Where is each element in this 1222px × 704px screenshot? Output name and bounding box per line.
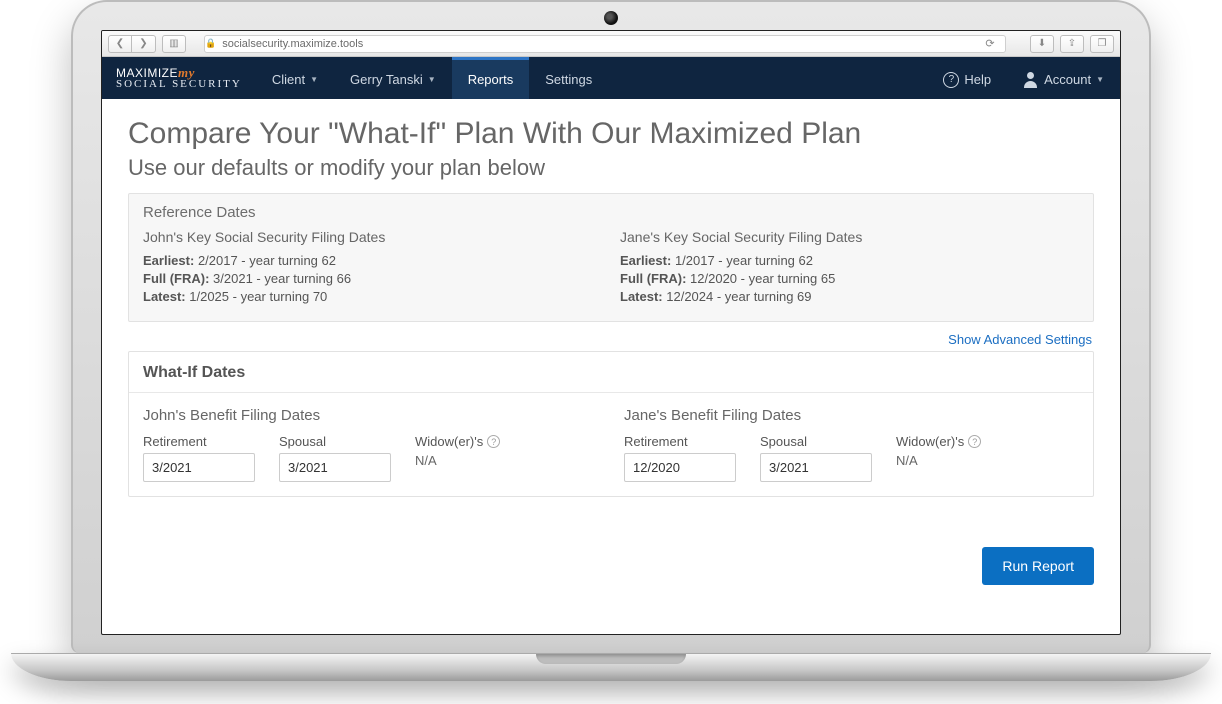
input-spousal-jane[interactable]	[760, 453, 872, 482]
value-widow: N/A	[896, 453, 981, 468]
screen: ❮ ❯ ▥ 🔒 socialsecurity.maximize.tools ⟳ …	[101, 30, 1121, 635]
share-button[interactable]: ⇪	[1060, 35, 1084, 53]
sidebar-toggle-button[interactable]: ▥	[162, 35, 186, 53]
tabs-button[interactable]: ❐	[1090, 35, 1114, 53]
reference-heading: Reference Dates	[143, 204, 1079, 221]
label-fra: Full (FRA):	[620, 271, 686, 286]
chevron-down-icon: ▼	[1096, 75, 1104, 84]
nav-client[interactable]: Client ▼	[256, 57, 334, 99]
help-icon: ?	[943, 72, 959, 88]
laptop-base	[11, 653, 1211, 681]
run-report-button[interactable]: Run Report	[982, 547, 1094, 585]
label-retirement: Retirement	[143, 434, 255, 449]
laptop-frame: ❮ ❯ ▥ 🔒 socialsecurity.maximize.tools ⟳ …	[71, 0, 1151, 681]
back-button[interactable]: ❮	[108, 35, 132, 53]
nav-client-name-label: Gerry Tanski	[350, 72, 423, 87]
field-retirement: Retirement	[624, 434, 736, 482]
help-icon[interactable]: ?	[487, 435, 500, 448]
camera-icon	[604, 11, 618, 25]
nav-account[interactable]: Account ▼	[1007, 57, 1120, 99]
nav-help-label: Help	[964, 72, 991, 87]
label-earliest: Earliest:	[620, 253, 671, 268]
lock-icon: 🔒	[205, 38, 216, 49]
label-earliest: Earliest:	[143, 253, 194, 268]
reference-person-jane: Jane's Key Social Security Filing Dates …	[620, 229, 1079, 307]
label-spousal: Spousal	[760, 434, 872, 449]
value-earliest: 2/2017 - year turning 62	[198, 253, 336, 268]
laptop-lid: ❮ ❯ ▥ 🔒 socialsecurity.maximize.tools ⟳ …	[71, 0, 1151, 653]
brand-logo[interactable]: MAXIMIZEmy SOCIAL SECURITY	[102, 57, 256, 99]
whatif-person-john: John's Benefit Filing Dates Retirement S…	[143, 407, 598, 482]
app-navbar: MAXIMIZEmy SOCIAL SECURITY Client ▼ Gerr…	[102, 57, 1120, 99]
help-icon[interactable]: ?	[968, 435, 981, 448]
page-subtitle: Use our defaults or modify your plan bel…	[128, 155, 1094, 181]
forward-button[interactable]: ❯	[132, 35, 156, 53]
label-fra: Full (FRA):	[143, 271, 209, 286]
nav-settings[interactable]: Settings	[529, 57, 608, 99]
chevron-down-icon: ▼	[428, 75, 436, 84]
field-spousal: Spousal	[760, 434, 872, 482]
label-retirement: Retirement	[624, 434, 736, 449]
whatif-heading: What-If Dates	[129, 352, 1093, 392]
toolbar-right-group: ⬇ ⇪ ❐	[1030, 35, 1114, 53]
value-latest: 1/2025 - year turning 70	[189, 289, 327, 304]
browser-toolbar: ❮ ❯ ▥ 🔒 socialsecurity.maximize.tools ⟳ …	[102, 31, 1120, 57]
nav-reports-label: Reports	[468, 72, 514, 87]
reference-dates-panel: Reference Dates John's Key Social Securi…	[128, 193, 1094, 322]
reference-person-heading: Jane's Key Social Security Filing Dates	[620, 229, 1079, 245]
nav-account-label: Account	[1044, 72, 1091, 87]
reference-person-john: John's Key Social Security Filing Dates …	[143, 229, 602, 307]
whatif-panel: What-If Dates John's Benefit Filing Date…	[128, 351, 1094, 497]
field-retirement: Retirement	[143, 434, 255, 482]
avatar-icon	[1023, 72, 1039, 88]
nav-settings-label: Settings	[545, 72, 592, 87]
page-title: Compare Your "What-If" Plan With Our Max…	[128, 117, 1094, 151]
nav-client-name[interactable]: Gerry Tanski ▼	[334, 57, 452, 99]
whatif-person-heading: Jane's Benefit Filing Dates	[624, 407, 1079, 424]
run-report-row: Run Report	[128, 547, 1094, 585]
reload-icon[interactable]: ⟳	[979, 37, 1001, 50]
input-retirement-john[interactable]	[143, 453, 255, 482]
nav-help[interactable]: ? Help	[927, 57, 1007, 99]
whatif-person-jane: Jane's Benefit Filing Dates Retirement S…	[624, 407, 1079, 482]
nav-reports[interactable]: Reports	[452, 57, 530, 99]
address-bar[interactable]: 🔒 socialsecurity.maximize.tools ⟳	[204, 35, 1006, 53]
show-advanced-settings-link[interactable]: Show Advanced Settings	[130, 332, 1092, 347]
reference-person-heading: John's Key Social Security Filing Dates	[143, 229, 602, 245]
page-content: Compare Your "What-If" Plan With Our Max…	[102, 99, 1120, 634]
label-latest: Latest:	[620, 289, 663, 304]
input-retirement-jane[interactable]	[624, 453, 736, 482]
downloads-button[interactable]: ⬇	[1030, 35, 1054, 53]
label-widow: Widow(er)'s	[896, 434, 964, 449]
nav-client-label: Client	[272, 72, 305, 87]
brand-line2: SOCIAL SECURITY	[116, 79, 242, 90]
field-widow: Widow(er)'s ? N/A	[896, 434, 981, 468]
label-latest: Latest:	[143, 289, 186, 304]
nav-back-forward-group: ❮ ❯	[108, 35, 156, 53]
value-widow: N/A	[415, 453, 500, 468]
value-earliest: 1/2017 - year turning 62	[675, 253, 813, 268]
laptop-notch	[536, 654, 686, 664]
label-spousal: Spousal	[279, 434, 391, 449]
label-widow: Widow(er)'s	[415, 434, 483, 449]
field-widow: Widow(er)'s ? N/A	[415, 434, 500, 468]
value-latest: 12/2024 - year turning 69	[666, 289, 811, 304]
value-fra: 12/2020 - year turning 65	[690, 271, 835, 286]
whatif-person-heading: John's Benefit Filing Dates	[143, 407, 598, 424]
field-spousal: Spousal	[279, 434, 391, 482]
value-fra: 3/2021 - year turning 66	[213, 271, 351, 286]
input-spousal-john[interactable]	[279, 453, 391, 482]
url-text: socialsecurity.maximize.tools	[222, 38, 363, 50]
chevron-down-icon: ▼	[310, 75, 318, 84]
